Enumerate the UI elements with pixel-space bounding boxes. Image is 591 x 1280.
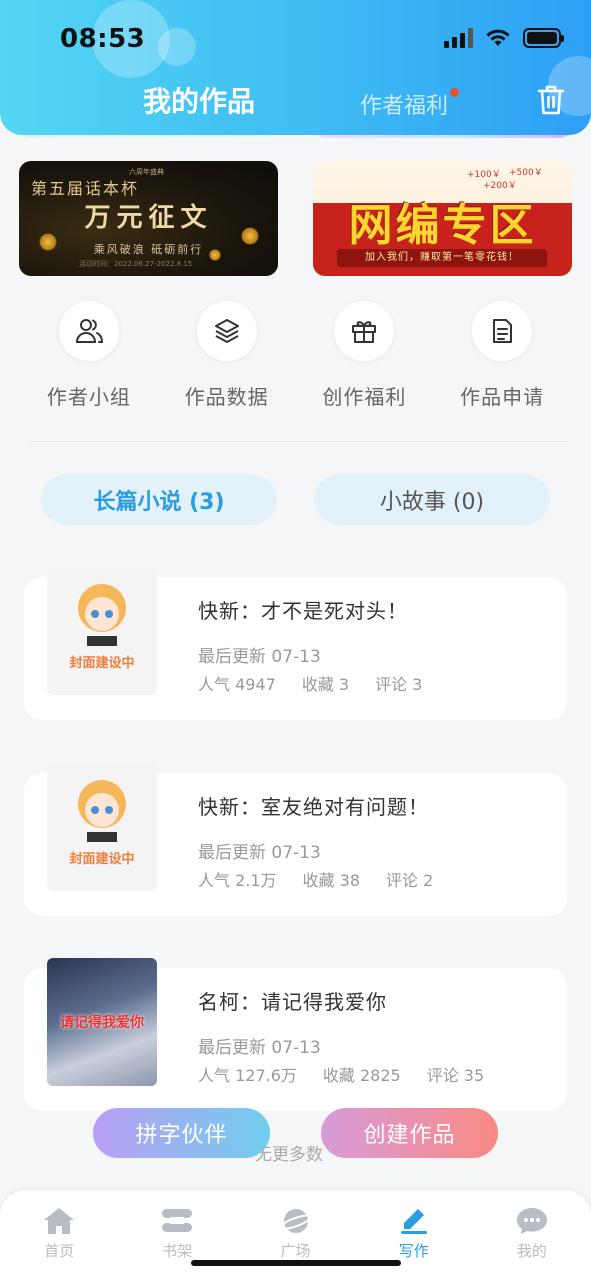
- bottom-nav: 首页 书架 广场 写作 我的: [0, 1190, 591, 1280]
- trash-icon: [537, 85, 565, 115]
- home-icon: [44, 1208, 75, 1234]
- nav-home[interactable]: 首页: [0, 1190, 118, 1280]
- cover-art-text: 请记得我爱你: [60, 1015, 144, 1031]
- users-icon: [58, 301, 119, 361]
- contest-banner[interactable]: 六周年盛典 第五届话本杯 万元征文 乘风破浪 砥砺前行 活动时间：2022.06…: [19, 161, 278, 276]
- layers-icon: [196, 301, 257, 361]
- document-icon: [472, 301, 533, 361]
- work-title: 快新：才不是死对头！: [198, 599, 408, 623]
- work-popularity: 人气 127.6万: [198, 1066, 297, 1085]
- work-title: 快新：室友绝对有问题！: [198, 795, 429, 819]
- banner-date: 活动时间：2022.06.27-2022.8.15: [79, 260, 193, 268]
- work-favorites: 收藏 2825: [322, 1066, 401, 1085]
- gift-icon: [334, 301, 395, 361]
- word-partner-button[interactable]: 拼字伙伴: [93, 1108, 270, 1158]
- work-card[interactable]: 请记得我爱你 名柯：请记得我爱你 最后更新 07-13 人气 127.6万 收藏…: [24, 958, 567, 1111]
- work-stats: 人气 4947 收藏 3 评论 3: [198, 671, 422, 695]
- nav-label: 书架: [162, 1242, 193, 1260]
- work-comments: 评论 2: [386, 871, 434, 890]
- work-comments: 评论 35: [426, 1066, 485, 1085]
- trash-button[interactable]: [536, 84, 566, 116]
- cover-placeholder-avatar: [78, 584, 126, 646]
- work-title: 名柯：请记得我爱你: [198, 990, 387, 1014]
- work-stats: 人气 127.6万 收藏 2825 评论 35: [198, 1062, 484, 1086]
- work-updated: 最后更新 07-13: [198, 1038, 321, 1058]
- create-work-button[interactable]: 创建作品: [321, 1108, 498, 1158]
- tab-short-stories[interactable]: 小故事 (0): [314, 474, 550, 525]
- battery-icon: [523, 28, 564, 48]
- flower-decoration: [209, 249, 221, 261]
- banner-top-text: 第五届话本杯: [31, 179, 140, 198]
- signal-icon: [444, 28, 473, 48]
- nav-plaza[interactable]: 广场: [236, 1190, 354, 1280]
- bookshelf-icon: [162, 1209, 193, 1232]
- tab-my-works[interactable]: 我的作品: [143, 80, 255, 120]
- status-icons: [444, 28, 564, 48]
- planet-icon: [279, 1209, 312, 1233]
- banner-title: 网编专区: [348, 200, 537, 251]
- divider: [28, 441, 568, 442]
- page-content: 六周年盛典 第五届话本杯 万元征文 乘风破浪 砥砺前行 活动时间：2022.06…: [0, 0, 591, 1280]
- wifi-icon: [486, 29, 510, 46]
- quick-entries: 作者小组 作品数据 创作福利 作品申请: [20, 301, 571, 410]
- work-updated: 最后更新 07-13: [198, 647, 321, 667]
- entry-work-application[interactable]: 作品申请: [433, 301, 571, 410]
- work-card[interactable]: 封面建设中 快新：室友绝对有问题！ 最后更新 07-13 人气 2.1万 收藏 …: [24, 763, 567, 916]
- chat-icon: [516, 1208, 547, 1234]
- flower-decoration: [241, 227, 259, 245]
- status-time: 08:53: [60, 24, 146, 54]
- entry-label: 作品数据: [184, 385, 269, 409]
- banner-strip: 加入我们，赚取第一笔零花钱！: [337, 249, 547, 267]
- work-comments: 评论 3: [375, 675, 423, 694]
- nav-mine[interactable]: 我的: [473, 1190, 591, 1280]
- work-favorites: 收藏 3: [301, 675, 350, 694]
- work-favorites: 收藏 38: [302, 871, 360, 890]
- home-indicator: [191, 1260, 401, 1266]
- cover-placeholder-avatar: [78, 780, 126, 842]
- work-card[interactable]: 封面建设中 快新：才不是死对头！ 最后更新 07-13 人气 4947 收藏 3…: [24, 567, 567, 720]
- notification-dot: [450, 88, 459, 97]
- bubble-decoration: [158, 28, 196, 66]
- work-popularity: 人气 2.1万: [198, 871, 277, 890]
- entry-work-data[interactable]: 作品数据: [158, 301, 296, 410]
- work-updated: 最后更新 07-13: [198, 843, 321, 863]
- entry-author-group[interactable]: 作者小组: [20, 301, 158, 410]
- nav-label: 首页: [44, 1242, 75, 1260]
- tab-long-novels[interactable]: 长篇小说 (3): [41, 474, 277, 525]
- editor-recruit-banner[interactable]: +100￥ +500￥ +200￥ 网编专区 加入我们，赚取第一笔零花钱！: [313, 161, 572, 276]
- cover-label: 封面建设中: [69, 656, 135, 671]
- pen-icon: [400, 1209, 427, 1234]
- work-cover: 封面建设中: [47, 763, 157, 891]
- work-stats: 人气 2.1万 收藏 38 评论 2: [198, 867, 433, 891]
- banner-title: 万元征文: [84, 203, 213, 233]
- flower-decoration: [39, 233, 57, 251]
- entry-label: 作品申请: [460, 385, 545, 409]
- work-cover: 请记得我爱你: [47, 958, 157, 1086]
- entry-creation-benefits[interactable]: 创作福利: [296, 301, 434, 410]
- entry-label: 创作福利: [322, 385, 407, 409]
- work-cover: 封面建设中: [47, 567, 157, 695]
- tab-author-benefits[interactable]: 作者福利: [360, 88, 448, 120]
- nav-bookshelf[interactable]: 书架: [118, 1190, 236, 1280]
- nav-write[interactable]: 写作: [355, 1190, 473, 1280]
- banner-amount: +500￥: [509, 168, 543, 178]
- nav-label: 写作: [398, 1242, 429, 1260]
- work-popularity: 人气 4947: [198, 675, 276, 694]
- cover-label: 封面建设中: [69, 852, 135, 867]
- banner-subtitle: 乘风破浪 砥砺前行: [93, 243, 204, 256]
- nav-label: 我的: [516, 1242, 547, 1260]
- nav-label: 广场: [280, 1242, 311, 1260]
- top-header: 08:53 我的作品 作者福利: [0, 0, 591, 135]
- entry-label: 作者小组: [46, 385, 131, 409]
